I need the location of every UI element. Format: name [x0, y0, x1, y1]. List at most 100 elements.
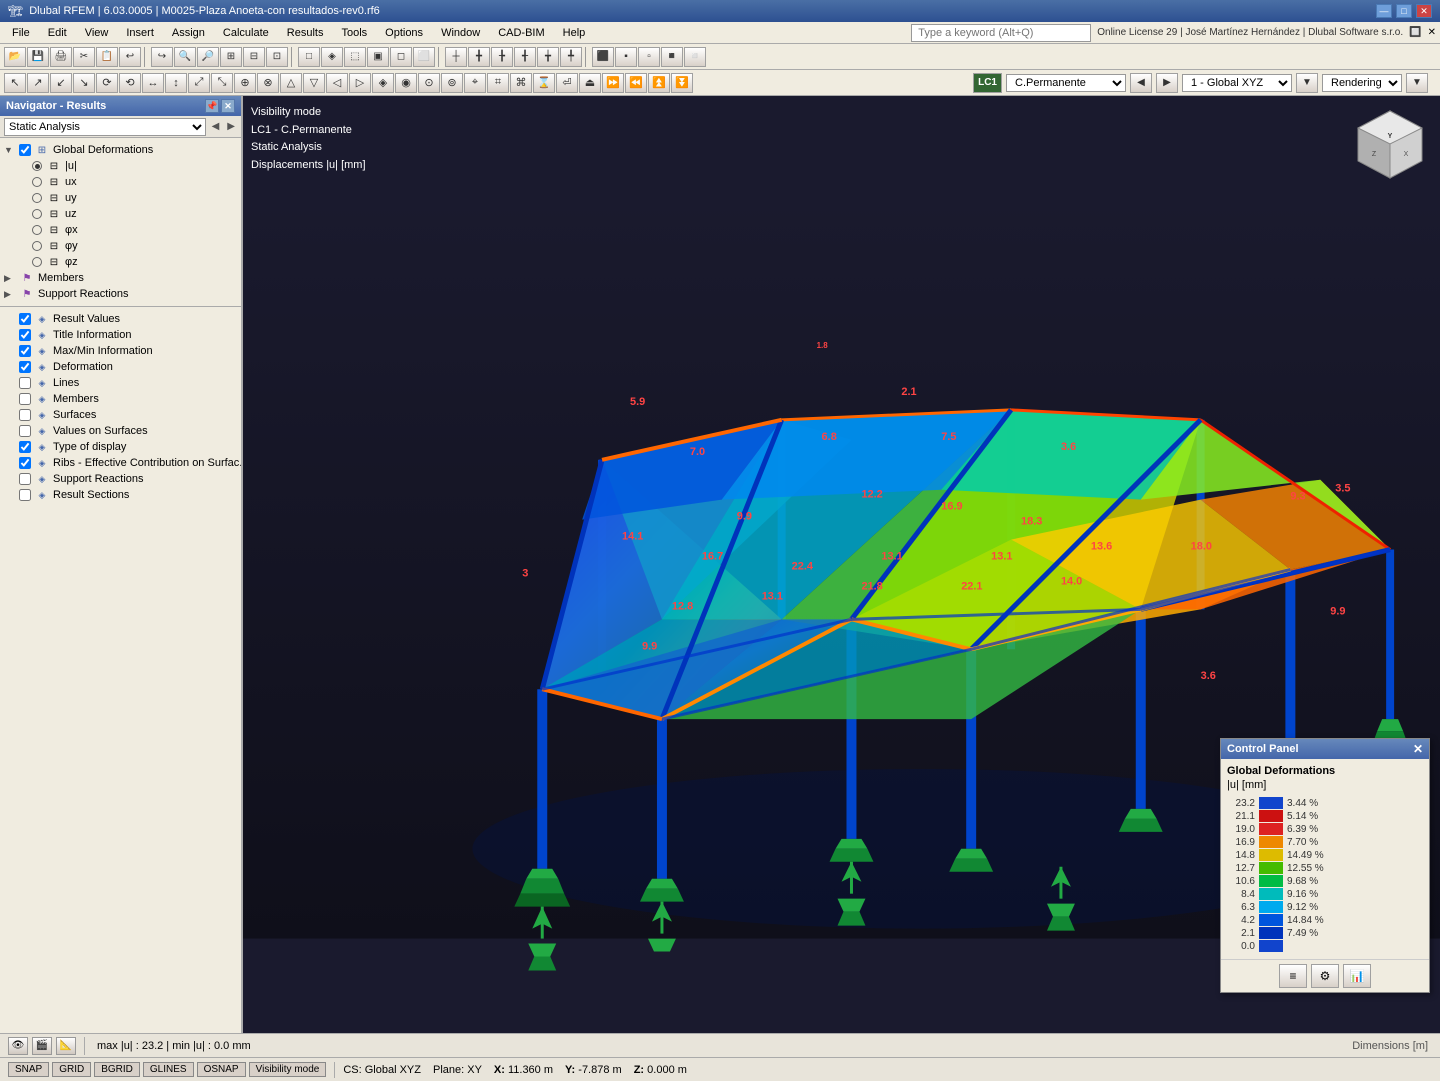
toolbar-btn-2[interactable]: 🖨	[50, 47, 72, 67]
checkbox-ribs[interactable]	[19, 457, 31, 469]
toolbar2-btn-7[interactable]: ↕	[165, 73, 187, 93]
toolbar-btn-21[interactable]: ╉	[514, 47, 536, 67]
window-close2-btn[interactable]: ✕	[1428, 27, 1436, 38]
animation-btn[interactable]: 🎬	[32, 1037, 52, 1055]
menu-item-file[interactable]: File	[4, 25, 38, 41]
checkbox-type-display[interactable]	[19, 441, 31, 453]
display-option-support-reactions2[interactable]: ◈ Support Reactions	[0, 471, 241, 487]
tree-item-phiy[interactable]: ⊟ φy	[0, 238, 241, 254]
radio-uy[interactable]	[32, 193, 42, 203]
tree-item-support-reactions[interactable]: ▶ ⚑ Support Reactions	[0, 286, 241, 302]
viewport[interactable]: Visibility mode LC1 - C.Permanente Stati…	[243, 96, 1440, 1033]
display-option-deformation[interactable]: ◈ Deformation	[0, 359, 241, 375]
toolbar-btn-10[interactable]: ⊟	[243, 47, 265, 67]
toolbar2-btn-20[interactable]: ⌖	[464, 73, 486, 93]
toolbar-btn-25[interactable]: ▪	[615, 47, 637, 67]
display-option-maxmin-info[interactable]: ◈ Max/Min Information	[0, 343, 241, 359]
close-button[interactable]: ✕	[1416, 4, 1432, 18]
global-deformations-checkbox[interactable]	[19, 144, 31, 156]
toolbar-btn-15[interactable]: ▣	[367, 47, 389, 67]
checkbox-values-surfaces[interactable]	[19, 425, 31, 437]
display-option-result-values[interactable]: ◈ Result Values	[0, 311, 241, 327]
toolbar-btn-1[interactable]: 💾	[27, 47, 49, 67]
toolbar2-btn-21[interactable]: ⌗	[487, 73, 509, 93]
toolbar-btn-5[interactable]: ↩	[119, 47, 141, 67]
toolbar2-btn-14[interactable]: ◁	[326, 73, 348, 93]
toolbar2-btn-5[interactable]: ⟲	[119, 73, 141, 93]
snap-btn-bgrid[interactable]: BGRID	[94, 1062, 140, 1077]
display-option-type-display[interactable]: ◈ Type of display	[0, 439, 241, 455]
checkbox-members2[interactable]	[19, 393, 31, 405]
maximize-button[interactable]: □	[1396, 4, 1412, 18]
toolbar-btn-8[interactable]: 🔎	[197, 47, 219, 67]
cp-settings-btn[interactable]: ⚙	[1311, 964, 1339, 988]
checkbox-result-values[interactable]	[19, 313, 31, 325]
toolbar2-btn-29[interactable]: ⏬	[671, 73, 693, 93]
toolbar-btn-9[interactable]: ⊞	[220, 47, 242, 67]
toolbar-btn-14[interactable]: ⬚	[344, 47, 366, 67]
toolbar-btn-28[interactable]: ◽	[684, 47, 706, 67]
menu-item-results[interactable]: Results	[279, 25, 332, 41]
checkbox-maxmin-info[interactable]	[19, 345, 31, 357]
toolbar2-btn-17[interactable]: ◉	[395, 73, 417, 93]
snap-btn-osnap[interactable]: OSNAP	[197, 1062, 246, 1077]
toolbar2-btn-15[interactable]: ▷	[349, 73, 371, 93]
tree-item-ux[interactable]: ⊟ ux	[0, 174, 241, 190]
toolbar-btn-11[interactable]: ⊡	[266, 47, 288, 67]
display-option-members2[interactable]: ◈ Members	[0, 391, 241, 407]
display-option-lines[interactable]: ◈ Lines	[0, 375, 241, 391]
tree-item-phiz[interactable]: ⊟ φz	[0, 254, 241, 270]
toolbar2-btn-28[interactable]: ⏫	[648, 73, 670, 93]
tree-item-global-deformations[interactable]: ▼ ⊞ Global Deformations	[0, 142, 241, 158]
radio-phiz[interactable]	[32, 257, 42, 267]
toolbar2-btn-10[interactable]: ⊕	[234, 73, 256, 93]
toolbar2-btn-0[interactable]: ↖	[4, 73, 26, 93]
radio-phix[interactable]	[32, 225, 42, 235]
toolbar2-btn-2[interactable]: ↙	[50, 73, 72, 93]
toolbar-btn-16[interactable]: ◻	[390, 47, 412, 67]
display-option-values-surfaces[interactable]: ◈ Values on Surfaces	[0, 423, 241, 439]
toolbar2-btn-18[interactable]: ⊙	[418, 73, 440, 93]
toolbar2-btn-11[interactable]: ⊗	[257, 73, 279, 93]
window-resize-btn[interactable]: 🔲	[1409, 27, 1421, 38]
menu-item-insert[interactable]: Insert	[118, 25, 162, 41]
tree-item-members[interactable]: ▶ ⚑ Members	[0, 270, 241, 286]
toolbar2-btn-12[interactable]: △	[280, 73, 302, 93]
nav-next-btn[interactable]: ▶	[225, 119, 237, 134]
checkbox-title-info[interactable]	[19, 329, 31, 341]
toolbar2-btn-22[interactable]: ⌘	[510, 73, 532, 93]
snap-btn-grid[interactable]: GRID	[52, 1062, 91, 1077]
prev-lc-btn[interactable]: ◀	[1130, 73, 1152, 93]
toolbar-btn-18[interactable]: ┼	[445, 47, 467, 67]
checkbox-lines[interactable]	[19, 377, 31, 389]
toolbar-btn-20[interactable]: ╊	[491, 47, 513, 67]
toolbar-btn-19[interactable]: ╋	[468, 47, 490, 67]
radio-uz[interactable]	[32, 209, 42, 219]
toolbar-btn-22[interactable]: ╈	[537, 47, 559, 67]
checkbox-surfaces[interactable]	[19, 409, 31, 421]
menu-item-assign[interactable]: Assign	[164, 25, 213, 41]
tree-item-uz[interactable]: ⊟ uz	[0, 206, 241, 222]
toolbar2-btn-16[interactable]: ◈	[372, 73, 394, 93]
menu-item-window[interactable]: Window	[433, 25, 488, 41]
display-option-surfaces[interactable]: ◈ Surfaces	[0, 407, 241, 423]
menu-item-options[interactable]: Options	[377, 25, 431, 41]
toolbar-btn-3[interactable]: ✂	[73, 47, 95, 67]
minimize-button[interactable]: —	[1376, 4, 1392, 18]
snap-btn-glines[interactable]: GLINES	[143, 1062, 194, 1077]
toolbar-btn-0[interactable]: 📂	[4, 47, 26, 67]
toolbar-btn-12[interactable]: □	[298, 47, 320, 67]
toolbar2-btn-19[interactable]: ⊚	[441, 73, 463, 93]
nav-close-btn[interactable]: ✕	[221, 99, 235, 113]
search-input[interactable]	[911, 24, 1091, 42]
view-selector[interactable]: 1 - Global XYZ	[1182, 74, 1292, 92]
toolbar-btn-6[interactable]: ↪	[151, 47, 173, 67]
toolbar2-btn-4[interactable]: ⟳	[96, 73, 118, 93]
display-mode-selector[interactable]: Rendering	[1322, 74, 1402, 92]
snap-btn-snap[interactable]: SNAP	[8, 1062, 49, 1077]
snap-btn-visibility-mode[interactable]: Visibility mode	[249, 1062, 327, 1077]
lc-selector[interactable]: C.Permanente	[1006, 74, 1126, 92]
toolbar2-btn-13[interactable]: ▽	[303, 73, 325, 93]
menu-item-tools[interactable]: Tools	[333, 25, 375, 41]
measure-btn[interactable]: 📐	[56, 1037, 76, 1055]
